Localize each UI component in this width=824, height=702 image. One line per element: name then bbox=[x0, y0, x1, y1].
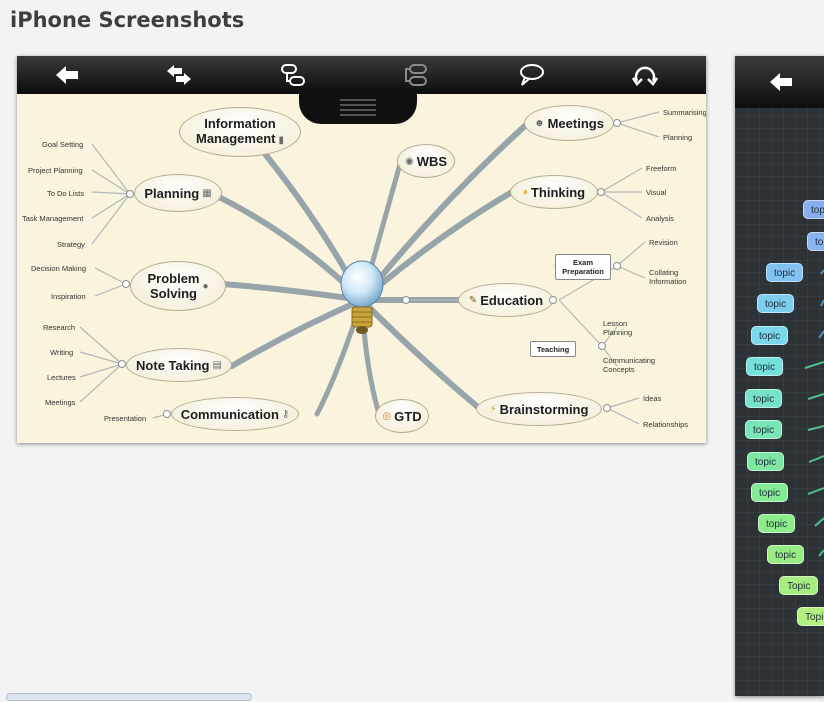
leaf-decision-making[interactable]: Decision Making bbox=[31, 264, 86, 273]
leaf-strategy[interactable]: Strategy bbox=[57, 240, 85, 249]
pencil-icon: ✎ bbox=[468, 294, 478, 306]
collapse-handle[interactable] bbox=[126, 190, 134, 198]
topic-node[interactable]: topic bbox=[758, 514, 796, 533]
leaf-relationships[interactable]: Relationships bbox=[643, 420, 688, 429]
box-label: Preparation bbox=[562, 267, 604, 276]
node-label: Information bbox=[204, 116, 276, 131]
node-label: Note Taking bbox=[136, 357, 210, 373]
node-label: Planning bbox=[144, 185, 200, 201]
cylinder-icon: ▮ bbox=[278, 135, 284, 146]
topic-node[interactable]: topic bbox=[803, 200, 824, 219]
idea-bulb-icon: ♦ bbox=[522, 186, 528, 198]
node-label: WBS bbox=[416, 153, 448, 169]
topic-node[interactable]: topic bbox=[751, 483, 789, 502]
leaf-summarising[interactable]: Summarising bbox=[663, 108, 706, 117]
leaf-analysis[interactable]: Analysis bbox=[646, 214, 674, 223]
leaf-to-do-lists[interactable]: To Do Lists bbox=[47, 189, 84, 198]
people-icon: ☻ bbox=[534, 117, 545, 129]
node-information-management[interactable]: Information Management ▮ bbox=[179, 107, 301, 157]
leaf-visual[interactable]: Visual bbox=[646, 188, 666, 197]
screenshot-mindmap[interactable]: Information Management ▮ Planning ▦ Problem… bbox=[17, 56, 706, 443]
topic-node[interactable]: topic bbox=[746, 357, 784, 376]
node-label: Communication bbox=[180, 406, 279, 422]
node-gtd[interactable]: ◎ GTD bbox=[375, 399, 429, 433]
key-icon: ⚷ bbox=[281, 408, 290, 420]
leaf-freeform[interactable]: Freeform bbox=[646, 164, 676, 173]
node-label: Solving bbox=[150, 286, 197, 301]
leaf-ideas[interactable]: Ideas bbox=[643, 394, 661, 403]
collapse-handle[interactable] bbox=[597, 188, 605, 196]
node-problem-solving[interactable]: Problem Solving ● bbox=[130, 261, 226, 311]
bomb-icon: ● bbox=[202, 280, 209, 292]
screenshot-topics[interactable]: topic topic topic topic topic topic topi… bbox=[735, 56, 824, 696]
calendar-icon: ▦ bbox=[202, 187, 212, 199]
node-brainstorming[interactable]: ⚡ Brainstorming bbox=[476, 392, 602, 426]
leaf-presentation[interactable]: Presentation bbox=[104, 414, 146, 423]
leaf-planning[interactable]: Planning bbox=[663, 133, 692, 142]
collapse-handle[interactable] bbox=[163, 410, 171, 418]
leaf-communicating-concepts[interactable]: Communicating Concepts bbox=[603, 356, 673, 374]
topic-node[interactable]: topic bbox=[751, 326, 789, 345]
collapse-handle[interactable] bbox=[402, 296, 410, 304]
topic-node[interactable]: topic bbox=[766, 263, 804, 282]
leaf-research[interactable]: Research bbox=[43, 323, 75, 332]
topic-node[interactable]: topic bbox=[745, 420, 783, 439]
collapse-handle[interactable] bbox=[118, 360, 126, 368]
notepad-icon: ▤ bbox=[212, 359, 222, 371]
topic-node[interactable]: topic bbox=[767, 545, 805, 564]
leaf-lesson-planning[interactable]: Lesson Planning bbox=[603, 319, 647, 337]
leaf-collating-information[interactable]: Collating Information bbox=[649, 268, 699, 286]
target-icon: ◎ bbox=[382, 410, 392, 422]
box-label: Exam bbox=[572, 258, 593, 267]
node-label: Problem bbox=[147, 271, 200, 286]
horizontal-scrollbar[interactable] bbox=[6, 693, 252, 701]
globe-icon: ◉ bbox=[404, 155, 414, 167]
collapse-handle[interactable] bbox=[122, 280, 130, 288]
node-wbs[interactable]: ◉ WBS bbox=[397, 144, 455, 178]
lightning-icon: ⚡ bbox=[489, 403, 497, 415]
node-label: GTD bbox=[394, 408, 422, 424]
leaf-project-planning[interactable]: Project Planning bbox=[28, 166, 83, 175]
topic-node[interactable]: topic bbox=[757, 294, 795, 313]
section-heading: iPhone Screenshots bbox=[10, 8, 245, 32]
leaf-inspiration[interactable]: Inspiration bbox=[51, 292, 86, 301]
topic-node[interactable]: topic bbox=[807, 232, 824, 251]
node-planning[interactable]: Planning ▦ bbox=[134, 174, 222, 212]
topic-node[interactable]: Topic bbox=[797, 607, 824, 626]
node-communication[interactable]: Communication ⚷ bbox=[171, 397, 299, 431]
leaf-revision[interactable]: Revision bbox=[649, 238, 678, 247]
leaf-lectures[interactable]: Lectures bbox=[47, 373, 76, 382]
topic-node[interactable]: topic bbox=[745, 389, 783, 408]
topic-node[interactable]: topic bbox=[747, 452, 785, 471]
node-label: Brainstorming bbox=[499, 401, 589, 417]
box-exam-preparation[interactable]: Exam Preparation bbox=[555, 254, 611, 280]
topic-connectors bbox=[804, 203, 824, 557]
collapse-handle[interactable] bbox=[613, 262, 621, 270]
leaf-task-management[interactable]: Task Management bbox=[22, 214, 83, 223]
node-education[interactable]: ✎ Education bbox=[458, 283, 554, 317]
box-teaching[interactable]: Teaching bbox=[530, 341, 576, 357]
node-label: Management bbox=[196, 131, 276, 146]
node-meetings[interactable]: ☻ Meetings bbox=[524, 105, 614, 141]
node-label: Education bbox=[480, 292, 544, 308]
collapse-handle[interactable] bbox=[549, 296, 557, 304]
collapse-handle[interactable] bbox=[603, 404, 611, 412]
leaf-goal-setting[interactable]: Goal Setting bbox=[42, 140, 83, 149]
node-label: Thinking bbox=[530, 184, 586, 200]
leaf-writing[interactable]: Writing bbox=[50, 348, 73, 357]
central-lightbulb-icon[interactable] bbox=[337, 258, 387, 342]
topic-node[interactable]: Topic bbox=[779, 576, 819, 595]
collapse-handle[interactable] bbox=[598, 342, 606, 350]
collapse-handle[interactable] bbox=[613, 119, 621, 127]
node-label: Meetings bbox=[547, 115, 604, 131]
node-thinking[interactable]: ♦ Thinking bbox=[510, 175, 598, 209]
node-note-taking[interactable]: Note Taking ▤ bbox=[126, 348, 232, 382]
leaf-meetings[interactable]: Meetings bbox=[45, 398, 75, 407]
